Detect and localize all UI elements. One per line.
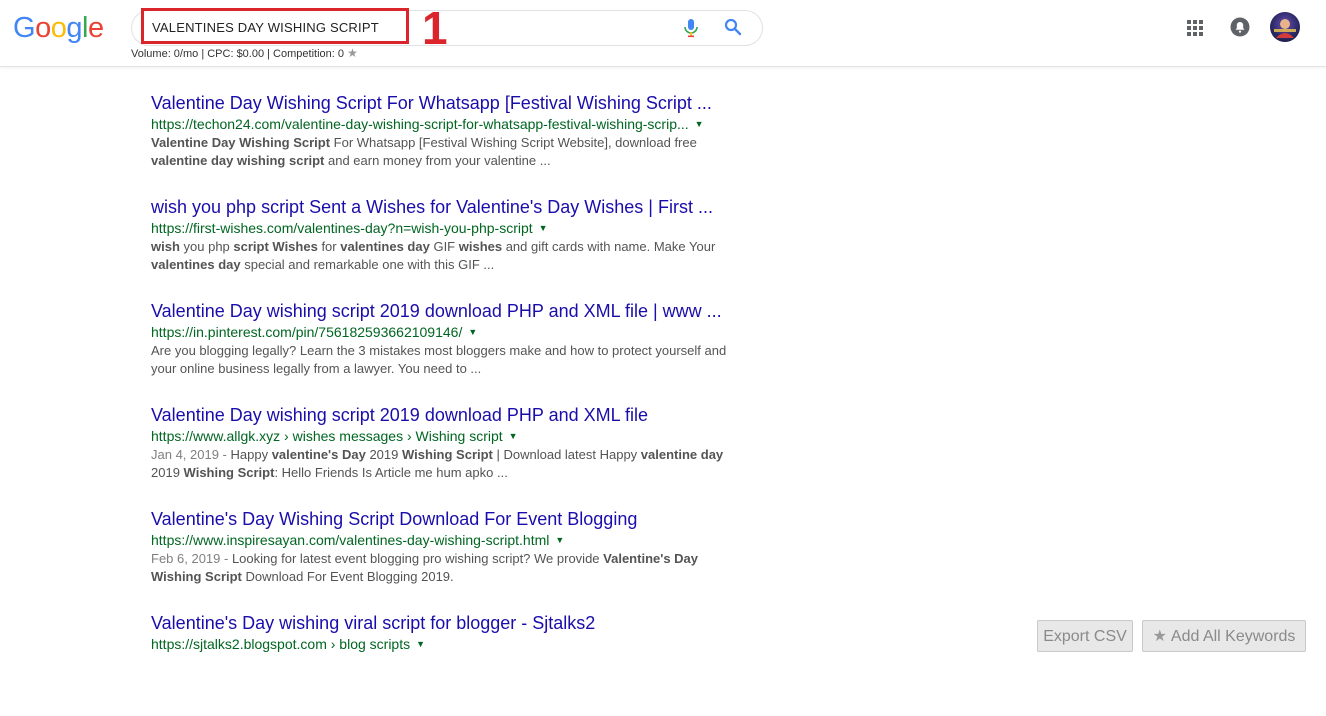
add-all-keywords-label: Add All Keywords — [1170, 628, 1296, 645]
result-snippet-text: Looking for latest event blogging pro wi… — [151, 551, 699, 584]
result-url: https://sjtalks2.blogspot.com › blog scr… — [151, 635, 741, 653]
result-snippet-text: wish you php script Wishes for valentine… — [151, 239, 716, 272]
search-result: Valentine's Day Wishing Script Download … — [151, 508, 741, 612]
search-result: Valentine Day Wishing Script For Whatsap… — [151, 92, 741, 196]
result-title-link[interactable]: Valentine's Day wishing viral script for… — [151, 612, 741, 634]
result-snippet: Feb 6, 2019 - Looking for latest event b… — [151, 550, 741, 586]
result-url: https://in.pinterest.com/pin/75618259366… — [151, 323, 741, 341]
star-icon[interactable]: ★ — [347, 46, 358, 60]
top-bar: Google VALENTINES DAY WISHING SCRIPT 1 V… — [0, 0, 1326, 67]
dropdown-arrow-icon[interactable]: ▼ — [416, 639, 425, 649]
search-result: Valentine Day wishing script 2019 downlo… — [151, 300, 741, 404]
result-title-link[interactable]: Valentine Day Wishing Script For Whatsap… — [151, 92, 741, 114]
result-url-text: https://sjtalks2.blogspot.com › blog scr… — [151, 636, 411, 652]
result-url-text: https://techon24.com/valentine-day-wishi… — [151, 116, 689, 132]
search-icon[interactable] — [724, 18, 742, 36]
annotation-highlight-box — [141, 8, 409, 44]
result-url-text: https://www.inspiresayan.com/valentines-… — [151, 532, 550, 548]
result-snippet: Valentine Day Wishing Script For Whatsap… — [151, 134, 741, 170]
logo-letter: o — [35, 12, 51, 44]
apps-icon[interactable] — [1186, 19, 1204, 37]
result-title-link[interactable]: Valentine Day wishing script 2019 downlo… — [151, 300, 741, 322]
export-csv-button[interactable]: Export CSV — [1037, 620, 1133, 652]
notifications-icon[interactable] — [1230, 17, 1250, 37]
result-url: https://techon24.com/valentine-day-wishi… — [151, 115, 741, 133]
search-results: Valentine Day Wishing Script For Whatsap… — [151, 92, 741, 716]
result-snippet: Are you blogging legally? Learn the 3 mi… — [151, 342, 741, 378]
logo-letter: e — [87, 12, 104, 44]
dropdown-arrow-icon[interactable]: ▼ — [555, 535, 564, 545]
dropdown-arrow-icon[interactable]: ▼ — [695, 119, 704, 129]
result-url-text: https://first-wishes.com/valentines-day?… — [151, 220, 533, 236]
result-title-link[interactable]: Valentine Day wishing script 2019 downlo… — [151, 404, 741, 426]
logo-letter: g — [66, 12, 82, 44]
result-snippet: Jan 4, 2019 - Happy valentine's Day 2019… — [151, 446, 741, 482]
annotation-number: 1 — [422, 2, 448, 54]
search-result: wish you php script Sent a Wishes for Va… — [151, 196, 741, 300]
result-url: https://first-wishes.com/valentines-day?… — [151, 219, 741, 237]
result-date: Feb 6, 2019 - — [151, 551, 232, 566]
google-logo[interactable]: Google — [13, 11, 104, 45]
result-snippet: wish you php script Wishes for valentine… — [151, 238, 741, 274]
result-title-link[interactable]: wish you php script Sent a Wishes for Va… — [151, 196, 741, 218]
result-snippet-text: Valentine Day Wishing Script For Whatsap… — [151, 135, 697, 168]
avatar-image — [1274, 19, 1296, 38]
dropdown-arrow-icon[interactable]: ▼ — [509, 431, 518, 441]
result-snippet-text: Happy valentine's Day 2019 Wishing Scrip… — [151, 447, 724, 480]
result-snippet-text: Are you blogging legally? Learn the 3 mi… — [151, 343, 727, 376]
avatar[interactable] — [1270, 12, 1300, 42]
result-url-text: https://in.pinterest.com/pin/75618259366… — [151, 324, 463, 340]
search-result: Valentine Day wishing script 2019 downlo… — [151, 404, 741, 508]
star-icon: ★ — [1152, 628, 1167, 645]
add-all-keywords-button[interactable]: ★ Add All Keywords — [1142, 620, 1306, 652]
result-url: https://www.inspiresayan.com/valentines-… — [151, 531, 741, 549]
keyword-stats-text: Volume: 0/mo | CPC: $0.00 | Competition:… — [131, 48, 344, 60]
result-url-text: https://www.allgk.xyz › wishes messages … — [151, 428, 503, 444]
dropdown-arrow-icon[interactable]: ▼ — [468, 327, 477, 337]
logo-letter: o — [50, 12, 67, 44]
dropdown-arrow-icon[interactable]: ▼ — [539, 223, 548, 233]
mic-icon[interactable] — [683, 18, 699, 38]
result-title-link[interactable]: Valentine's Day Wishing Script Download … — [151, 508, 741, 530]
result-date: Jan 4, 2019 - — [151, 447, 231, 462]
keyword-stats: Volume: 0/mo | CPC: $0.00 | Competition:… — [131, 46, 358, 60]
logo-letter: G — [13, 12, 36, 44]
result-url: https://www.allgk.xyz › wishes messages … — [151, 427, 741, 445]
search-result: Valentine's Day wishing viral script for… — [151, 612, 741, 716]
